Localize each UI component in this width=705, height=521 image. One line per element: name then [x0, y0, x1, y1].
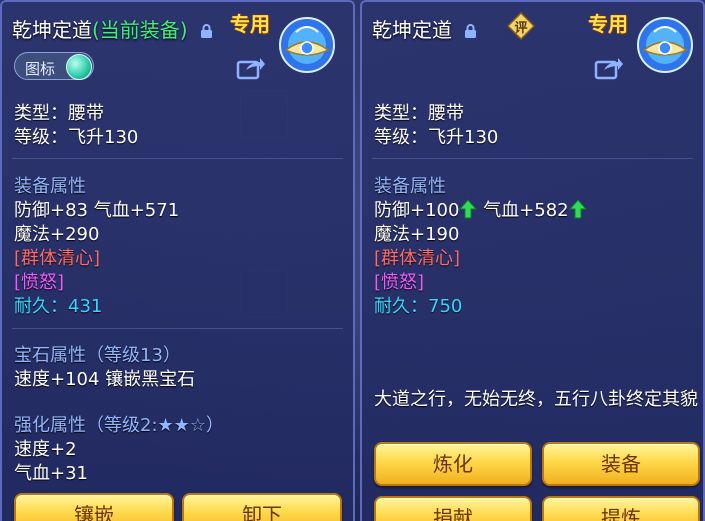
enhance-attribute-line: 速度+2: [14, 439, 77, 460]
enhance-attributes-header: 强化属性（等级2:★★☆）: [14, 415, 224, 436]
exclusive-tag: 专用: [230, 12, 270, 36]
durability: 耐久：750: [374, 296, 463, 317]
equipment-attributes-header: 装备属性: [374, 176, 446, 197]
compare-item-panel: 乾坤定道 评 专用 类型：腰带 等级：飞升130 装备属性 防御+100 气血+…: [360, 0, 705, 521]
divider: [372, 158, 693, 159]
lock-icon: [200, 24, 212, 38]
attribute-line: 防御+100 气血+582: [374, 196, 587, 222]
icon-toggle[interactable]: 图标: [14, 52, 94, 80]
item-emblem-icon: [279, 17, 335, 73]
item-title: 乾坤定道: [372, 14, 477, 43]
item-level: 等级：飞升130: [374, 127, 499, 148]
equipment-attributes-header: 装备属性: [14, 176, 86, 197]
upgrade-arrow-icon: [459, 199, 478, 219]
equip-button[interactable]: 装备: [542, 442, 700, 486]
attribute-line: 魔法+290: [14, 224, 100, 245]
rate-icon[interactable]: 评: [507, 12, 535, 40]
refine-button[interactable]: 炼化: [374, 442, 532, 486]
lock-icon: [465, 24, 477, 38]
equipped-item-panel: 乾坤定道(当前装备) 专用 图标 类型：腰带 等级：飞升130 装备属性 防御+…: [0, 0, 355, 521]
special-skill: [群体清心]: [374, 248, 461, 269]
extract-button[interactable]: 提炼: [542, 496, 700, 521]
item-name: 乾坤定道: [372, 18, 452, 42]
exclusive-tag: 专用: [588, 12, 628, 36]
item-name: 乾坤定道: [12, 18, 92, 42]
donate-button[interactable]: 捐献: [374, 496, 532, 521]
share-icon[interactable]: [594, 56, 624, 80]
item-type: 类型：腰带: [374, 103, 464, 124]
current-equipment-label: (当前装备): [92, 18, 188, 42]
item-type: 类型：腰带: [14, 103, 104, 124]
toggle-label: 图标: [25, 60, 56, 78]
durability: 耐久：431: [14, 296, 103, 317]
divider: [12, 158, 343, 159]
special-effect: [愤怒]: [14, 272, 65, 293]
item-level: 等级：飞升130: [14, 127, 139, 148]
item-description: 大道之行，无始无终，五行八卦终定其貌: [374, 389, 698, 410]
gem-attribute-line: 速度+104 镶嵌黑宝石: [14, 369, 196, 390]
attribute-line: 防御+83 气血+571: [14, 200, 180, 221]
item-emblem-icon: [637, 17, 693, 73]
divider: [12, 328, 343, 329]
item-title: 乾坤定道(当前装备): [12, 14, 213, 43]
special-skill: [群体清心]: [14, 248, 101, 269]
rate-icon-text: 评: [514, 21, 528, 36]
special-effect: [愤怒]: [374, 272, 425, 293]
inlay-button[interactable]: 镶嵌: [14, 493, 174, 521]
unequip-button[interactable]: 卸下: [182, 493, 342, 521]
hp-value: 气血+582: [483, 200, 569, 221]
share-icon[interactable]: [236, 56, 266, 80]
gem-attributes-header: 宝石属性（等级13）: [14, 345, 181, 366]
upgrade-arrow-icon: [568, 199, 587, 219]
defense-value: 防御+100: [374, 200, 460, 221]
toggle-knob[interactable]: [66, 54, 92, 80]
attribute-line: 魔法+190: [374, 224, 460, 245]
enhance-attribute-line: 气血+31: [14, 463, 88, 484]
